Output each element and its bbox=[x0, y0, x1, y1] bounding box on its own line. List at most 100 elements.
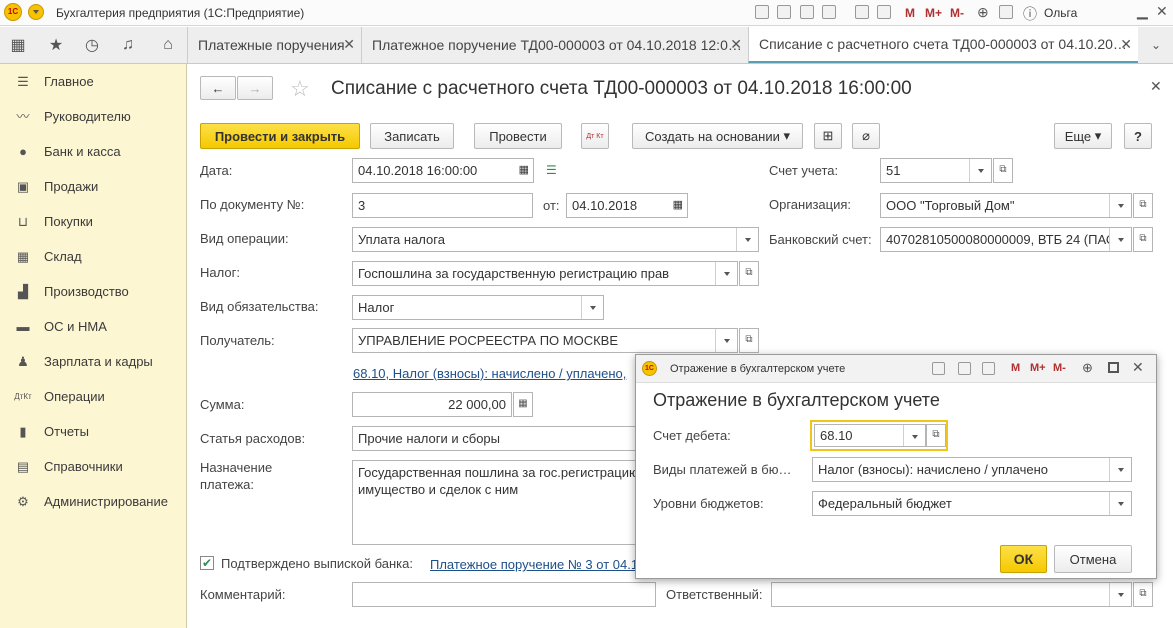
calendar-icon[interactable]: ▦ bbox=[673, 198, 683, 211]
comment-field[interactable] bbox=[352, 582, 656, 607]
sidebar-item-production[interactable]: ▟ Производство bbox=[0, 274, 187, 309]
minimize-icon[interactable]: ▁ bbox=[1137, 3, 1148, 20]
home-icon[interactable]: ⌂ bbox=[150, 27, 186, 63]
tab-payment-orders[interactable]: Платежные поручения ✕ bbox=[187, 27, 361, 63]
close-tab-icon[interactable]: ✕ bbox=[730, 36, 742, 53]
sidebar-item-warehouse[interactable]: ▦ Склад bbox=[0, 239, 187, 274]
apps-grid-icon[interactable]: ▦ bbox=[0, 27, 36, 63]
account-link[interactable]: 68.10, Налог (взносы): начислено / уплач… bbox=[353, 366, 635, 381]
upload-icon[interactable] bbox=[800, 5, 814, 19]
sidebar-item-salary[interactable]: ♟ Зарплата и кадры bbox=[0, 344, 187, 379]
memory-minus-button[interactable]: M- bbox=[1053, 362, 1066, 374]
tab-payment-order[interactable]: Платежное поручение ТД00-000003 от 04.10… bbox=[361, 27, 748, 63]
zoom-icon[interactable]: ⊕ bbox=[1082, 360, 1093, 376]
docnum-field[interactable]: 3 bbox=[352, 193, 533, 218]
info-icon[interactable]: ⓘ bbox=[1023, 4, 1037, 24]
budget-select[interactable]: Федеральный бюджет bbox=[812, 491, 1132, 516]
more-button[interactable]: Еще ▾ bbox=[1054, 123, 1112, 149]
sidebar-item-purchases[interactable]: ⊔ Покупки bbox=[0, 204, 187, 239]
chevron-down-icon[interactable] bbox=[736, 228, 758, 251]
cancel-button[interactable]: Отмена bbox=[1054, 545, 1132, 573]
chevron-down-icon[interactable] bbox=[969, 159, 991, 182]
tab-writeoff[interactable]: Списание с расчетного счета ТД00-000003 … bbox=[748, 27, 1138, 63]
chevron-down-icon[interactable] bbox=[715, 262, 737, 285]
sidebar-item-references[interactable]: ▤ Справочники bbox=[0, 449, 187, 484]
attach-icon[interactable]: ⌀ bbox=[852, 123, 880, 149]
debit-select[interactable]: 68.10 bbox=[814, 424, 926, 447]
sidebar-item-admin[interactable]: ⚙ Администрирование bbox=[0, 484, 187, 519]
close-tab-icon[interactable]: ✕ bbox=[1120, 36, 1132, 53]
open-icon[interactable]: ⧉ bbox=[739, 328, 759, 353]
dt-kt-button[interactable]: Дт Кт bbox=[581, 123, 609, 149]
memory-m-button[interactable]: M bbox=[905, 6, 915, 20]
chevron-down-icon[interactable] bbox=[1109, 228, 1131, 251]
post-button[interactable]: Провести bbox=[474, 123, 562, 149]
help-button[interactable]: ? bbox=[1124, 123, 1152, 149]
sidebar-item-assets[interactable]: ▬ ОС и НМА bbox=[0, 309, 187, 344]
print-icon[interactable] bbox=[777, 5, 791, 19]
star-icon[interactable]: ★ bbox=[38, 27, 74, 63]
purpose-textarea[interactable]: Государственная пошлина за гос.регистрац… bbox=[352, 460, 636, 545]
maximize-icon[interactable] bbox=[1108, 362, 1119, 373]
memory-plus-button[interactable]: M+ bbox=[925, 6, 942, 20]
save-icon[interactable] bbox=[755, 5, 769, 19]
calculator-icon[interactable] bbox=[855, 5, 869, 19]
zoom-icon[interactable]: ⊕ bbox=[977, 4, 989, 21]
numbering-icon[interactable]: ☰ bbox=[546, 163, 557, 177]
sidebar-item-sales[interactable]: ▣ Продажи bbox=[0, 169, 187, 204]
print-icon[interactable] bbox=[932, 362, 945, 375]
back-button[interactable]: ← bbox=[200, 76, 236, 100]
open-icon[interactable]: ⧉ bbox=[993, 158, 1013, 183]
sidebar-item-bank[interactable]: ● Банк и касса bbox=[0, 134, 187, 169]
liability-select[interactable]: Налог bbox=[352, 295, 604, 320]
memory-m-button[interactable]: M bbox=[1011, 362, 1020, 374]
chevron-down-icon[interactable] bbox=[1109, 492, 1131, 515]
optype-select[interactable]: Уплата налога bbox=[352, 227, 759, 252]
open-icon[interactable]: ⧉ bbox=[739, 261, 759, 286]
create-based-on-button[interactable]: Создать на основании ▾ bbox=[632, 123, 803, 149]
chevron-down-icon[interactable] bbox=[1109, 458, 1131, 481]
close-dialog-icon[interactable]: ✕ bbox=[1132, 359, 1144, 376]
sidebar-item-manager[interactable]: 〰 Руководителю bbox=[0, 99, 187, 134]
structure-icon[interactable]: ⊞ bbox=[814, 123, 842, 149]
amount-field[interactable]: 22 000,00 bbox=[352, 392, 512, 417]
open-icon[interactable]: ⧉ bbox=[1133, 227, 1153, 252]
calculator-icon[interactable]: ▦ bbox=[513, 392, 533, 417]
open-icon[interactable]: ⧉ bbox=[1133, 582, 1153, 607]
responsible-select[interactable] bbox=[771, 582, 1132, 607]
org-select[interactable]: ООО "Торговый Дом" bbox=[880, 193, 1132, 218]
chevron-down-icon[interactable] bbox=[903, 425, 925, 446]
open-icon[interactable]: ⧉ bbox=[1133, 193, 1153, 218]
date-field[interactable]: 04.10.2018 16:00:00 ▦ bbox=[352, 158, 534, 183]
calendar-icon[interactable]: ▦ bbox=[519, 163, 529, 176]
favorite-star-icon[interactable]: ☆ bbox=[290, 76, 310, 102]
bell-icon[interactable]: ♫ bbox=[110, 27, 146, 63]
link-icon[interactable] bbox=[822, 5, 836, 19]
close-form-icon[interactable]: ✕ bbox=[1150, 78, 1162, 95]
user-name[interactable]: Ольга bbox=[1044, 6, 1077, 20]
forward-button[interactable]: → bbox=[237, 76, 273, 100]
memory-minus-button[interactable]: M- bbox=[950, 6, 964, 20]
bank-select[interactable]: 40702810500080000009, ВТБ 24 (ПАО) bbox=[880, 227, 1132, 252]
main-menu-icon[interactable] bbox=[28, 4, 44, 20]
save-button[interactable]: Записать bbox=[370, 123, 454, 149]
sidebar-item-reports[interactable]: ▮ Отчеты bbox=[0, 414, 187, 449]
calendar-icon[interactable] bbox=[877, 5, 891, 19]
acct-select[interactable]: 51 bbox=[880, 158, 992, 183]
history-icon[interactable]: ◷ bbox=[74, 27, 110, 63]
post-and-close-button[interactable]: Провести и закрыть bbox=[200, 123, 360, 149]
tabs-dropdown-icon[interactable]: ⌄ bbox=[1138, 27, 1173, 63]
confirmed-link[interactable]: Платежное поручение № 3 от 04.10.2018 12… bbox=[430, 557, 635, 572]
chevron-down-icon[interactable] bbox=[581, 296, 603, 319]
open-icon[interactable]: ⧉ bbox=[926, 424, 946, 447]
expense-select[interactable]: Прочие налоги и сборы bbox=[352, 426, 636, 451]
tax-select[interactable]: Госпошлина за государственную регистраци… bbox=[352, 261, 738, 286]
from-date-field[interactable]: 04.10.2018 ▦ bbox=[566, 193, 688, 218]
memory-plus-button[interactable]: M+ bbox=[1030, 362, 1046, 374]
ok-button[interactable]: ОК bbox=[1000, 545, 1047, 573]
paytypes-select[interactable]: Налог (взносы): начислено / уплачено bbox=[812, 457, 1132, 482]
sidebar-item-operations[interactable]: ДтКт Операции bbox=[0, 379, 187, 414]
close-tab-icon[interactable]: ✕ bbox=[343, 36, 355, 53]
confirmed-checkbox[interactable]: ✔ bbox=[200, 556, 214, 570]
calendar-icon[interactable] bbox=[982, 362, 995, 375]
